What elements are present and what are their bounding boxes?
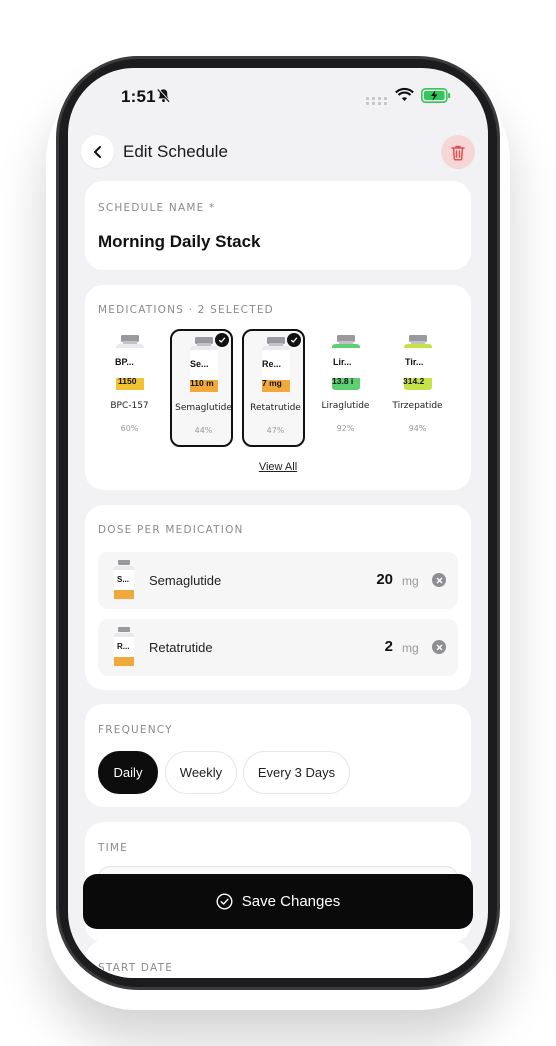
medication-percent: 94% <box>408 424 427 433</box>
medication-name: BPC-157 <box>110 401 149 411</box>
vial-label: R... <box>117 642 130 651</box>
medications-label: MEDICATIONS · 2 SELECTED <box>98 304 274 316</box>
vial-amount: 314.2 <box>403 376 425 386</box>
vial-label: Se... <box>190 359 209 369</box>
medication-option-bpc-157[interactable]: BP... 1150 BPC-157 60% <box>98 329 161 447</box>
back-button[interactable] <box>81 135 114 168</box>
medication-name: Semaglutide <box>175 403 232 413</box>
vial-amount: 13.8 i <box>332 376 354 386</box>
time-label: TIME <box>98 842 129 854</box>
dose-value-input[interactable]: 2 <box>385 638 393 655</box>
schedule-name-label: SCHEDULE NAME * <box>98 202 216 214</box>
vial-amount: 7 mg <box>262 378 282 388</box>
app-screen: 1:51 Edit Schedule SCHEDULE NAME * Morni… <box>68 68 488 978</box>
dose-row-semaglutide: S... Semaglutide 20 mg <box>98 552 458 609</box>
close-icon <box>436 644 442 650</box>
medication-percent: 60% <box>120 424 139 433</box>
frequency-card: FREQUENCY Daily Weekly Every 3 Days <box>85 704 471 807</box>
save-changes-button[interactable]: Save Changes <box>83 874 473 929</box>
schedule-name-input[interactable]: Morning Daily Stack <box>98 232 260 252</box>
header: Edit Schedule <box>68 134 488 170</box>
medication-name: Liraglutide <box>321 401 370 411</box>
frequency-label: FREQUENCY <box>98 724 173 736</box>
dose-value-input[interactable]: 20 <box>376 571 393 588</box>
schedule-name-card: SCHEDULE NAME * Morning Daily Stack <box>85 181 471 270</box>
vial-label: Lir... <box>333 357 352 367</box>
frequency-option-every-3-days[interactable]: Every 3 Days <box>243 751 350 794</box>
bell-muted-icon <box>156 88 171 108</box>
vial-label: S... <box>117 575 130 584</box>
vial-label: Re... <box>262 359 282 369</box>
view-all-link[interactable]: View All <box>85 461 471 473</box>
remove-dose-button[interactable] <box>432 573 446 587</box>
dose-label: DOSE PER MEDICATION <box>98 524 244 536</box>
medication-percent: 44% <box>194 426 213 435</box>
dose-unit: mg <box>402 641 419 655</box>
dose-medication-name: Semaglutide <box>149 573 222 588</box>
medication-name: Retatrutide <box>250 403 301 413</box>
status-bar: 1:51 <box>68 68 488 128</box>
check-circle-icon <box>216 893 233 910</box>
cellular-signal-icon <box>366 93 388 111</box>
medication-option-semaglutide[interactable]: Se... 110 m Semaglutide 44% <box>170 329 233 447</box>
medication-option-tirzepatide[interactable]: Tir... 314.2 Tirzepatide 94% <box>386 329 449 447</box>
remove-dose-button[interactable] <box>432 640 446 654</box>
wifi-icon <box>395 87 414 107</box>
start-date-label: START DATE <box>98 962 174 974</box>
medication-option-retatrutide[interactable]: Re... 7 mg Retatrutide 47% <box>242 329 305 447</box>
vial-amount: 110 m <box>190 378 214 388</box>
chevron-left-icon <box>93 145 101 158</box>
medication-name: Tirzepatide <box>392 401 443 411</box>
frequency-option-daily[interactable]: Daily <box>98 751 158 794</box>
medications-card: MEDICATIONS · 2 SELECTED BP... 1150 BPC-… <box>85 285 471 490</box>
status-time: 1:51 <box>121 87 156 106</box>
medication-percent: 92% <box>336 424 355 433</box>
dose-card: DOSE PER MEDICATION S... Semaglutide 20 … <box>85 505 471 690</box>
vial-label: Tir... <box>405 357 424 367</box>
close-icon <box>436 577 442 583</box>
medication-percent: 47% <box>266 426 285 435</box>
page-title: Edit Schedule <box>123 142 228 161</box>
dose-row-retatrutide: R... Retatrutide 2 mg <box>98 619 458 676</box>
save-changes-label: Save Changes <box>241 893 341 910</box>
frequency-option-weekly[interactable]: Weekly <box>165 751 237 794</box>
dose-unit: mg <box>402 574 419 588</box>
medication-option-liraglutide[interactable]: Lir... 13.8 i Liraglutide 92% <box>314 329 377 447</box>
battery-charging-icon <box>421 88 451 108</box>
trash-icon <box>451 145 465 161</box>
delete-schedule-button[interactable] <box>441 135 475 169</box>
vial-label: BP... <box>115 357 134 367</box>
vial-amount: 1150 <box>118 376 137 386</box>
start-date-card: START DATE <box>85 941 471 978</box>
dose-medication-name: Retatrutide <box>149 640 213 655</box>
